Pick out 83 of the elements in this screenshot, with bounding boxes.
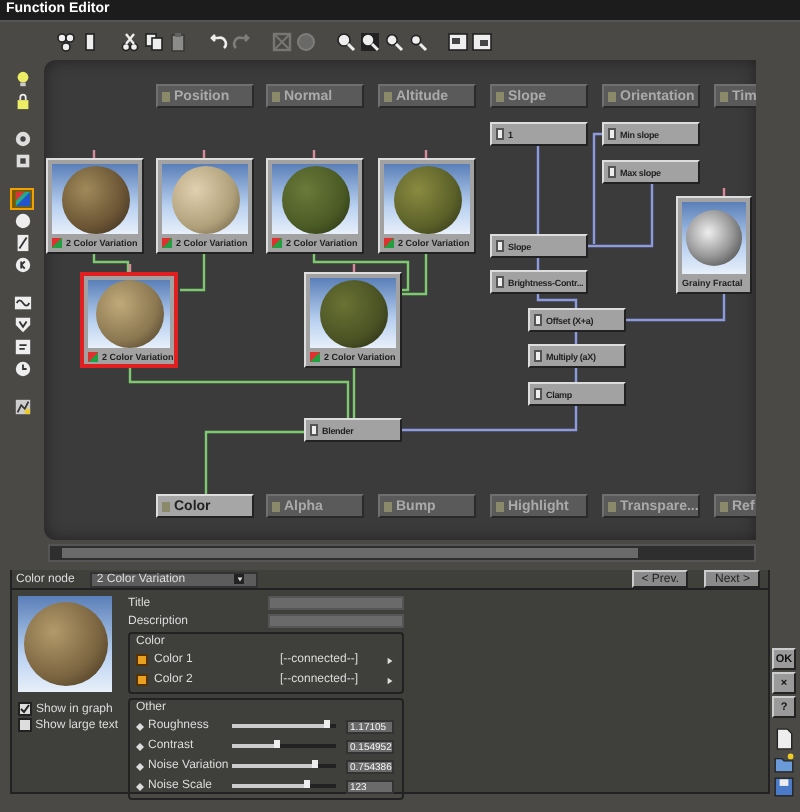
zoom-icon[interactable] (360, 31, 380, 51)
window-icon[interactable] (448, 31, 468, 51)
color-icon (52, 238, 62, 248)
slider-thumb[interactable] (311, 760, 318, 768)
circle-icon (13, 212, 31, 230)
gear-tool[interactable] (12, 130, 32, 148)
port-icon (162, 501, 170, 511)
port-icon (608, 91, 616, 101)
sphere-preview (682, 202, 746, 274)
connector-line (536, 294, 578, 308)
color-icon (13, 190, 31, 208)
port-icon (720, 501, 728, 511)
folder-icon[interactable] (772, 752, 796, 774)
connector-line (626, 294, 726, 322)
port-icon (608, 501, 616, 511)
document-icon[interactable] (772, 728, 796, 750)
port-icon (272, 501, 280, 511)
connector-line (536, 146, 540, 234)
scrollbar-thumb[interactable] (62, 548, 638, 558)
port-icon (496, 501, 504, 511)
square-icon (13, 152, 31, 170)
connector-line (204, 430, 304, 494)
zoom-icon[interactable] (384, 31, 404, 51)
circle-tool[interactable] (12, 256, 32, 274)
sphere-preview (384, 164, 470, 234)
sphere-preview (18, 596, 112, 692)
save-icon[interactable] (772, 776, 796, 798)
slider-thumb[interactable] (304, 780, 311, 788)
clock-icon (13, 360, 31, 378)
bulb-tool[interactable] (12, 70, 32, 88)
circle-icon (13, 256, 31, 274)
port-icon (384, 501, 392, 511)
slider-thumb[interactable] (323, 720, 330, 728)
wave-tool[interactable] (12, 294, 32, 312)
bulb-icon (13, 70, 31, 88)
caret-icon (235, 575, 244, 583)
sphere-preview (310, 278, 396, 348)
checkbox[interactable] (18, 702, 32, 716)
port-icon (384, 91, 392, 101)
bar-icon[interactable] (80, 31, 100, 51)
sphere-preview (52, 164, 138, 234)
slash-icon (13, 234, 31, 252)
port-icon (496, 91, 504, 101)
connector-line (180, 254, 206, 292)
input-field[interactable] (268, 614, 404, 628)
chart-icon (13, 398, 31, 416)
port-icon (272, 91, 280, 101)
color-icon (384, 238, 394, 248)
slash-tool[interactable] (12, 234, 32, 252)
color-icon (310, 352, 320, 362)
circle-tool[interactable] (12, 212, 32, 230)
window-icon[interactable] (472, 31, 492, 51)
lock-tool[interactable] (12, 92, 32, 110)
note-icon (13, 338, 31, 356)
input-field[interactable] (268, 596, 404, 610)
port-icon (162, 91, 170, 101)
zoom-out-icon[interactable] (408, 31, 428, 51)
gear-icon (13, 130, 31, 148)
copy-icon[interactable] (144, 31, 164, 51)
shield-icon (13, 316, 31, 334)
port-icon (720, 91, 728, 101)
color-icon (272, 238, 282, 248)
chart-tool[interactable] (12, 398, 32, 416)
note-tool[interactable] (12, 338, 32, 356)
sphere-preview (162, 164, 248, 234)
network-icon[interactable] (56, 31, 76, 51)
lock-icon (13, 92, 31, 110)
clock-tool[interactable] (12, 360, 32, 378)
color-icon (88, 351, 98, 361)
scrollbar[interactable] (48, 544, 756, 562)
color-icon (162, 238, 172, 248)
undo-icon[interactable] (208, 31, 228, 51)
slider-thumb[interactable] (273, 740, 280, 748)
square-tool[interactable] (12, 152, 32, 170)
scissors-icon[interactable] (120, 31, 140, 51)
sphere-preview (272, 164, 358, 234)
zoom-in-icon[interactable] (336, 31, 356, 51)
shield-tool[interactable] (12, 316, 32, 334)
checkbox[interactable] (18, 718, 32, 732)
sphere-preview (88, 280, 170, 348)
wave-icon (13, 294, 31, 312)
check-icon (20, 704, 30, 714)
color-tool[interactable] (12, 190, 32, 208)
